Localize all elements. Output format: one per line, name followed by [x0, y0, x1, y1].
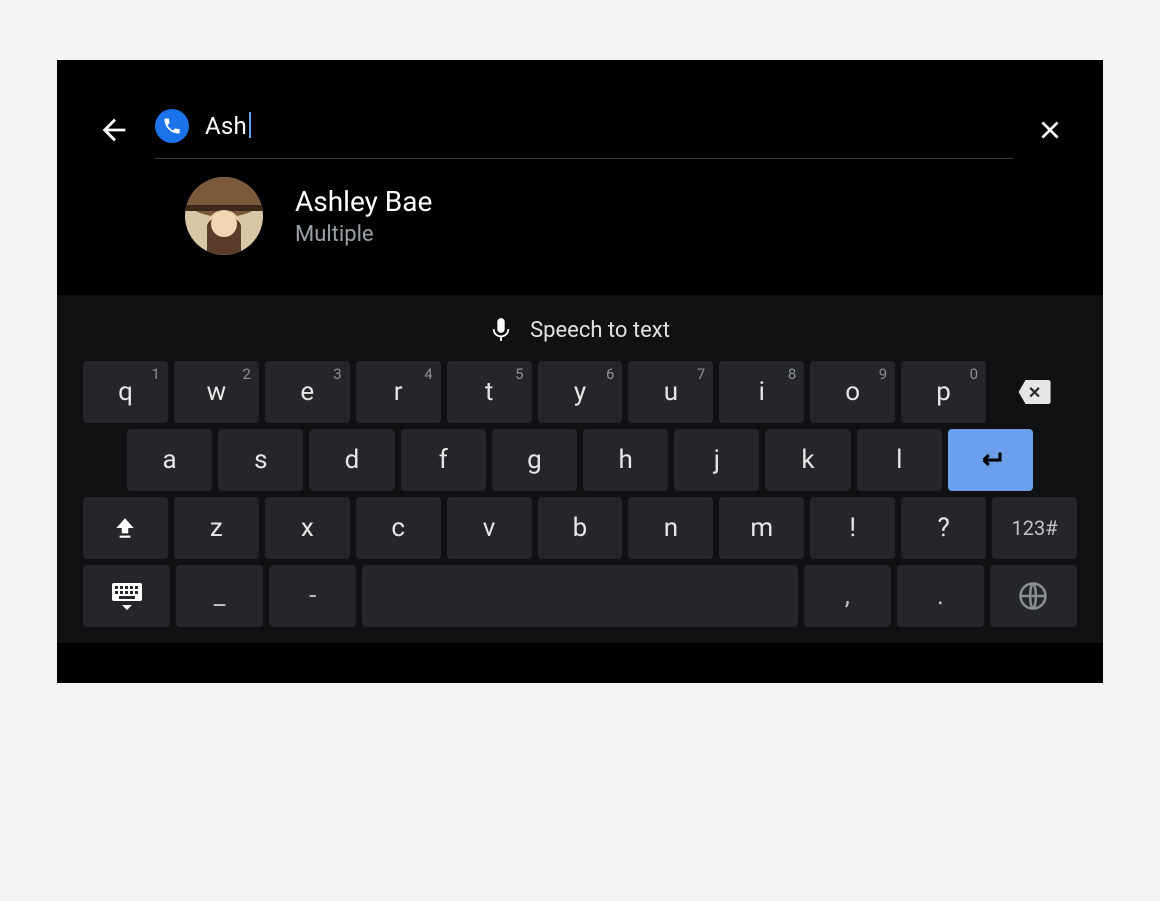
key-x[interactable]: x	[265, 497, 350, 559]
key-a[interactable]: a	[127, 429, 212, 491]
key-s[interactable]: s	[218, 429, 303, 491]
key-o[interactable]: o9	[810, 361, 895, 423]
result-name: Ashley Bae	[295, 185, 432, 218]
symbols-key[interactable]: 123#	[992, 497, 1077, 559]
key-u[interactable]: u7	[628, 361, 713, 423]
key-v[interactable]: v	[447, 497, 532, 559]
key-e[interactable]: e3	[265, 361, 350, 423]
key-y[interactable]: y6	[538, 361, 623, 423]
key-w[interactable]: w2	[174, 361, 259, 423]
key-z[interactable]: z	[174, 497, 259, 559]
search-field[interactable]: Ash	[155, 100, 1013, 159]
clear-button[interactable]	[1037, 117, 1063, 143]
avatar	[185, 177, 263, 255]
key-c[interactable]: c	[356, 497, 441, 559]
key-p[interactable]: p0	[901, 361, 986, 423]
result-subtitle: Multiple	[295, 222, 432, 247]
space-key[interactable]	[362, 565, 797, 627]
key-f[interactable]: f	[401, 429, 486, 491]
keyboard-hide-icon	[110, 581, 144, 611]
language-key[interactable]	[990, 565, 1077, 627]
close-icon	[1037, 117, 1063, 143]
key-?[interactable]: ?	[901, 497, 986, 559]
text-cursor	[249, 112, 251, 138]
key-![interactable]: !	[810, 497, 895, 559]
key-d[interactable]: d	[309, 429, 394, 491]
key-k[interactable]: k	[765, 429, 850, 491]
shift-key[interactable]	[83, 497, 168, 559]
globe-icon	[1018, 581, 1048, 611]
microphone-icon	[490, 317, 512, 343]
shift-icon	[112, 515, 138, 541]
key-m[interactable]: m	[719, 497, 804, 559]
enter-key[interactable]	[948, 429, 1033, 491]
enter-icon	[975, 445, 1005, 475]
speech-to-text-label: Speech to text	[530, 318, 670, 343]
period-key[interactable]: .	[897, 565, 984, 627]
hide-keyboard-key[interactable]	[83, 565, 170, 627]
key-l[interactable]: l	[857, 429, 942, 491]
search-query-text: Ash	[205, 112, 251, 140]
phone-icon	[155, 109, 189, 143]
arrow-left-icon	[97, 113, 131, 147]
result-text: Ashley Bae Multiple	[295, 185, 432, 247]
search-bar: Ash	[57, 60, 1103, 159]
key-t[interactable]: t5	[447, 361, 532, 423]
underscore-key[interactable]: _	[176, 565, 263, 627]
back-button[interactable]	[97, 113, 131, 147]
dash-key[interactable]: -	[269, 565, 356, 627]
speech-to-text-button[interactable]: Speech to text	[83, 313, 1077, 361]
key-r[interactable]: r4	[356, 361, 441, 423]
key-j[interactable]: j	[674, 429, 759, 491]
onscreen-keyboard: Speech to text q1w2e3r4t5y6u7i8o9p0 ✕ asd…	[57, 295, 1103, 643]
device-frame: Ash Ashley Bae Multiple	[57, 60, 1103, 683]
key-i[interactable]: i8	[719, 361, 804, 423]
key-n[interactable]: n	[628, 497, 713, 559]
key-g[interactable]: g	[492, 429, 577, 491]
comma-key[interactable]: ,	[804, 565, 891, 627]
search-result[interactable]: Ashley Bae Multiple	[57, 159, 1103, 285]
backspace-key[interactable]: ✕	[992, 361, 1077, 423]
key-b[interactable]: b	[538, 497, 623, 559]
key-h[interactable]: h	[583, 429, 668, 491]
key-q[interactable]: q1	[83, 361, 168, 423]
backspace-icon: ✕	[1019, 380, 1051, 404]
